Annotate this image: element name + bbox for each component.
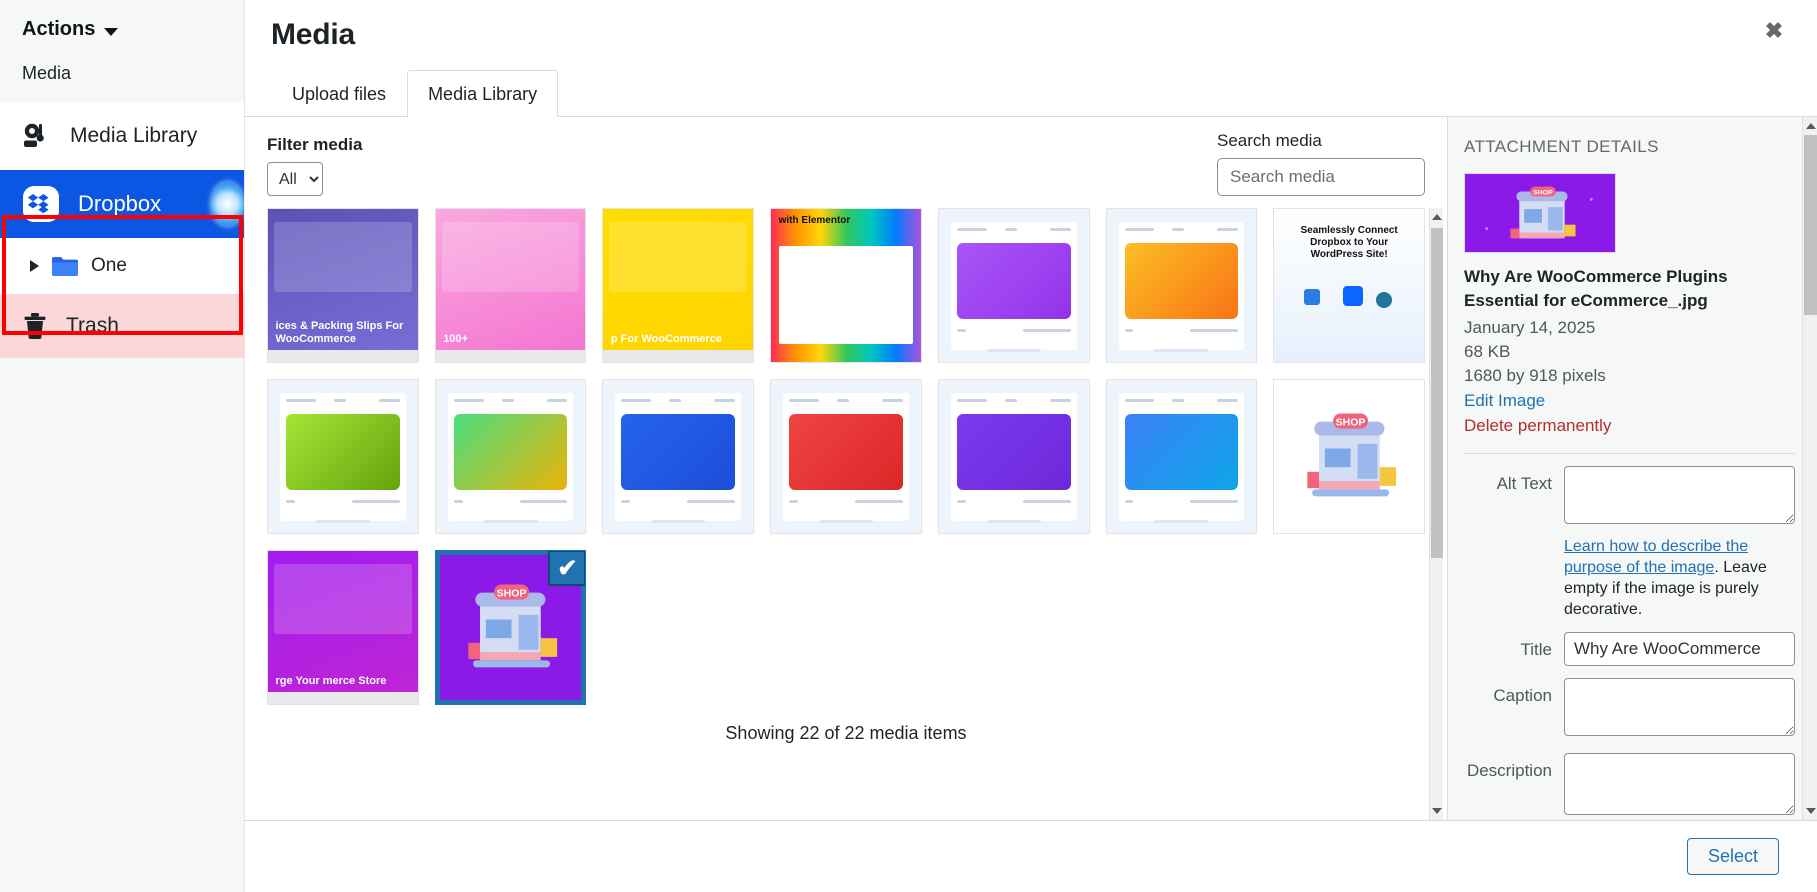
- description-row: Description: [1464, 753, 1795, 820]
- attachment-details-title: ATTACHMENT DETAILS: [1464, 137, 1659, 157]
- caption-row: Caption: [1464, 678, 1795, 741]
- caption-field[interactable]: [1564, 678, 1795, 737]
- scroll-down-arrow[interactable]: [1431, 804, 1443, 818]
- title-field[interactable]: [1564, 632, 1795, 667]
- media-item-swatch-purple-2[interactable]: [937, 379, 1090, 535]
- modal-body: Filter media All d Search media ices & P…: [245, 117, 1817, 820]
- media-browser: Filter media All d Search media ices & P…: [245, 117, 1447, 820]
- chevron-down-icon: [104, 27, 119, 36]
- media-item-swatch-blue-2[interactable]: [1105, 379, 1258, 535]
- actions-dropdown[interactable]: Actions: [0, 0, 244, 53]
- alt-text-row: Alt Text Learn how to describe the purpo…: [1464, 465, 1795, 620]
- close-icon[interactable]: ✖: [1757, 14, 1791, 48]
- results-count: Showing 22 of 22 media items: [725, 723, 967, 744]
- details-scroll-down-arrow[interactable]: [1804, 804, 1817, 818]
- media-item-swatch-purple-1[interactable]: [937, 208, 1090, 364]
- sidebar-item-label: Media Library: [70, 124, 198, 147]
- title-label: Title: [1520, 640, 1553, 660]
- media-item-swatch-green-1[interactable]: [267, 379, 419, 535]
- folder-icon: [51, 255, 79, 277]
- media-grid: ices & Packing Slips For WooCommerce 100…: [267, 208, 1425, 706]
- scroll-up-arrow[interactable]: [1431, 210, 1443, 224]
- media-grid-wrapper: ices & Packing Slips For WooCommerce 100…: [245, 208, 1447, 820]
- search-media-label: Search media: [1217, 131, 1322, 151]
- description-label: Description: [1466, 761, 1552, 781]
- sidebar-item-label: One: [91, 255, 127, 276]
- tab-upload-files[interactable]: Upload files: [271, 70, 407, 117]
- svg-text:SHOP: SHOP: [1533, 190, 1553, 197]
- details-scroll-up-arrow[interactable]: [1804, 119, 1817, 133]
- attachment-filename: Why Are WooCommerce Plugins Essential fo…: [1464, 267, 1728, 311]
- sidebar-nav: Media Library Dropbox One Trash: [0, 102, 244, 358]
- filter-media-label: Filter media: [267, 135, 363, 155]
- sidebar-item-dropbox[interactable]: Dropbox: [0, 170, 244, 238]
- svg-text:SHOP: SHOP: [497, 588, 527, 600]
- sidebar: Actions Media Media Library Dropbox One …: [0, 0, 245, 892]
- sidebar-item-label: Dropbox: [78, 191, 162, 216]
- media-modal: Media ✖ Upload files Media Library Filte…: [245, 0, 1817, 892]
- alt-text-field[interactable]: [1564, 465, 1795, 524]
- media-item-tandem-bike-yellow[interactable]: p For WooCommerce: [602, 208, 755, 364]
- media-item-swatch-blue-1[interactable]: [602, 379, 755, 535]
- search-input[interactable]: [1217, 158, 1425, 197]
- media-item-swatch-green-yellow[interactable]: [434, 379, 587, 535]
- media-library-icon: [22, 123, 52, 149]
- media-item-why-woocommerce-plugins-essential[interactable]: SHOP ✔: [434, 550, 587, 706]
- alt-text-help: Learn how to describe the purpose of the…: [1564, 536, 1795, 620]
- details-divider: [1464, 452, 1795, 454]
- svg-text:SHOP: SHOP: [1335, 417, 1365, 429]
- modal-header: Media ✖ Upload files Media Library: [245, 0, 1817, 118]
- attachment-dimensions: 1680 by 918 pixels: [1464, 365, 1606, 385]
- sync-orb-icon: [211, 182, 244, 226]
- attachment-details-panel: ATTACHMENT DETAILS SHOP Why Are WooComme…: [1447, 117, 1817, 820]
- media-item-connect-dropbox-elementor[interactable]: with Elementor: [770, 208, 922, 364]
- trash-icon: [22, 312, 48, 340]
- caption-label: Caption: [1493, 686, 1552, 706]
- select-button[interactable]: Select: [1686, 838, 1779, 875]
- title-row: Title: [1464, 632, 1795, 667]
- description-field[interactable]: [1564, 753, 1795, 816]
- delete-permanently-link[interactable]: Delete permanently: [1464, 413, 1795, 439]
- tab-media-library[interactable]: Media Library: [407, 70, 559, 118]
- modal-footer: Select: [245, 820, 1817, 892]
- sidebar-item-one[interactable]: One: [0, 238, 244, 294]
- media-item-connect-dropbox-wordpress[interactable]: Seamlessly Connect Dropbox to Your WordP…: [1273, 208, 1425, 364]
- media-item-invoices-packing-slips[interactable]: ices & Packing Slips For WooCommerce: [267, 208, 419, 364]
- attachment-thumbnail[interactable]: SHOP: [1464, 173, 1616, 254]
- page-title: Media: [271, 18, 356, 51]
- media-item-wordpress-plugins-pink[interactable]: 100+: [434, 208, 587, 364]
- media-item-supercharge-ecommerce-store[interactable]: rge Your merce Store: [267, 550, 419, 706]
- attachment-filesize: 68 KB: [1464, 341, 1511, 361]
- modal-tabs: Upload files Media Library: [271, 70, 1791, 118]
- chevron-right-icon[interactable]: [30, 260, 39, 272]
- selected-check-icon[interactable]: ✔: [548, 551, 586, 587]
- sidebar-item-media-library[interactable]: Media Library: [0, 102, 244, 170]
- media-type-select[interactable]: All d: [267, 162, 323, 197]
- sidebar-item-label: Trash: [66, 314, 119, 337]
- media-item-swatch-orange-1[interactable]: [1105, 208, 1258, 364]
- actions-label: Actions: [22, 18, 96, 40]
- filter-media-group: Filter media All d: [267, 135, 363, 197]
- grid-scroll-thumb[interactable]: [1431, 228, 1443, 559]
- grid-scrollbar[interactable]: [1429, 208, 1443, 820]
- details-scroll-thumb[interactable]: [1804, 135, 1817, 316]
- alt-text-label: Alt Text: [1496, 473, 1552, 493]
- filter-bar: Filter media All d Search media: [245, 117, 1447, 208]
- media-item-shop-illustration-white[interactable]: SHOP: [1273, 379, 1425, 535]
- dropbox-icon: [22, 185, 60, 223]
- search-media-group: Search media: [1217, 131, 1425, 197]
- attachment-date: January 14, 2025: [1464, 317, 1596, 337]
- sidebar-item-trash[interactable]: Trash: [0, 294, 244, 358]
- sidebar-media-heading: Media: [22, 63, 72, 83]
- edit-image-link[interactable]: Edit Image: [1464, 388, 1795, 414]
- media-item-swatch-red-1[interactable]: [770, 379, 922, 535]
- details-scrollbar[interactable]: [1802, 117, 1817, 820]
